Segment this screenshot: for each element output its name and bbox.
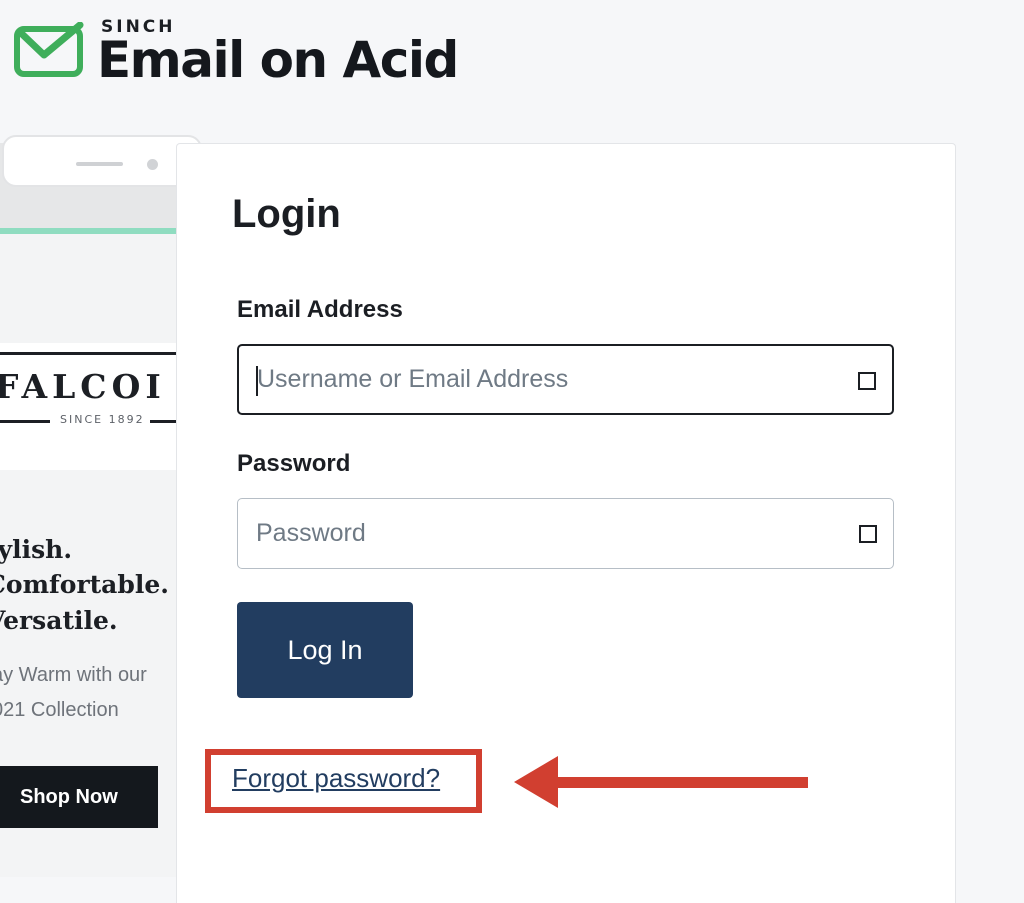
- preview-tagline-2: Comfortable.: [0, 570, 169, 599]
- preview-promo-1: ay Warm with our: [0, 664, 147, 686]
- preview-since: SINCE 1892: [60, 413, 145, 426]
- brand-name: Email on Acid: [97, 31, 459, 89]
- phone-frame: [2, 135, 202, 187]
- brand-rule-top: [0, 352, 176, 355]
- square-icon[interactable]: [858, 372, 876, 390]
- phone-speaker: [76, 162, 123, 166]
- password-label: Password: [237, 450, 351, 477]
- square-icon[interactable]: [859, 525, 877, 543]
- password-field-wrapper: [237, 498, 894, 569]
- email-field-wrapper: [237, 344, 894, 415]
- login-title: Login: [232, 192, 341, 236]
- password-input[interactable]: [256, 499, 836, 568]
- brand-rule-left: [0, 420, 50, 423]
- email-label: Email Address: [237, 296, 403, 323]
- preview-tagline-3: Versatile.: [0, 606, 118, 635]
- envelope-check-icon: [14, 22, 84, 77]
- preview-promo-2: 021 Collection: [0, 699, 119, 721]
- preview-brand-word: FALCOI: [0, 367, 166, 406]
- brand-rule-right: [150, 420, 176, 423]
- forgot-password-link[interactable]: Forgot password?: [232, 763, 440, 794]
- text-caret: [256, 366, 258, 396]
- phone-camera: [147, 159, 158, 170]
- preview-tagline-1: tylish.: [0, 535, 73, 564]
- email-input[interactable]: [257, 346, 837, 413]
- preview-brand-area: [0, 343, 176, 470]
- log-in-button[interactable]: Log In: [237, 602, 413, 698]
- shop-now-button[interactable]: Shop Now: [0, 766, 158, 828]
- left-arrow-icon: [514, 756, 808, 808]
